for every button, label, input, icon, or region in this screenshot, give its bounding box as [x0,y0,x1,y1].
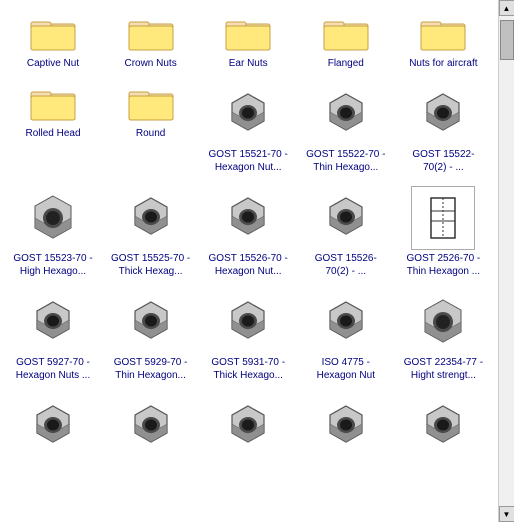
item-label: GOST 15521-70 - Hexagon Nut... [206,148,291,174]
nut-diagram-icon [411,186,475,250]
item-label: Ear Nuts [229,57,268,70]
scroll-down-button[interactable]: ▼ [499,506,514,522]
item-label: GOST 15522-70 - Thin Hexago... [303,148,388,174]
nut-icon [216,186,280,250]
nut-icon [21,394,85,458]
nut-icon [119,394,183,458]
grid-item[interactable] [203,390,293,464]
nut-icon [21,186,85,250]
grid-item[interactable]: Ear Nuts [203,8,293,74]
grid-item[interactable] [8,390,98,464]
grid-item[interactable]: Round [106,78,196,178]
grid-item[interactable]: GOST 15522-70(2) - ... [398,78,488,178]
item-label: ISO 4775 - Hexagon Nut [303,356,388,382]
nut-icon [314,82,378,146]
nut-icon [216,290,280,354]
item-label: Nuts for aircraft [409,57,477,70]
grid-item[interactable]: GOST 15526-70 - Hexagon Nut... [203,182,293,282]
nut-icon [314,394,378,458]
grid-item[interactable]: Crown Nuts [106,8,196,74]
item-label: Crown Nuts [124,57,176,70]
nut-icon [411,394,475,458]
item-label: GOST 22354-77 - Hight strengt... [401,356,486,382]
grid-item[interactable]: Rolled Head [8,78,98,178]
grid-item[interactable] [106,390,196,464]
item-label: GOST 15526-70 - Hexagon Nut... [206,252,291,278]
item-label: GOST 5927-70 - Hexagon Nuts ... [11,356,96,382]
grid-item[interactable]: GOST 22354-77 - Hight strengt... [398,286,488,386]
grid-item[interactable]: GOST 15525-70 - Thick Hexag... [106,182,196,282]
grid-item[interactable]: GOST 15522-70 - Thin Hexago... [301,78,391,178]
folder-icon [224,12,272,55]
grid-item[interactable] [301,390,391,464]
item-label: GOST 5931-70 - Thick Hexago... [206,356,291,382]
nut-icon [21,290,85,354]
scroll-thumb[interactable] [500,20,514,60]
grid-item[interactable]: GOST 5927-70 - Hexagon Nuts ... [8,286,98,386]
grid-item[interactable]: Nuts for aircraft [398,8,488,74]
nut-icon [216,82,280,146]
item-label: Round [136,127,165,140]
item-label: Captive Nut [27,57,79,70]
item-label: GOST 2526-70 - Thin Hexagon ... [401,252,486,278]
item-label: GOST 15526-70(2) - ... [303,252,388,278]
item-label: Rolled Head [25,127,80,140]
nut-icon [411,186,475,250]
grid-item[interactable]: ISO 4775 - Hexagon Nut [301,286,391,386]
folder-icon [127,82,175,125]
folder-icon [322,12,370,55]
grid-item[interactable]: GOST 2526-70 - Thin Hexagon ... [398,182,488,282]
item-label: GOST 15525-70 - Thick Hexag... [108,252,193,278]
folder-icon [29,82,77,125]
item-label: GOST 15522-70(2) - ... [401,148,486,174]
grid-item[interactable]: GOST 15521-70 - Hexagon Nut... [203,78,293,178]
scrollbar[interactable]: ▲ ▼ [498,0,514,522]
scroll-up-button[interactable]: ▲ [499,0,514,16]
file-browser[interactable]: Captive Nut Crown Nuts Ear Nuts Flanged … [0,0,498,522]
grid-item[interactable]: GOST 5929-70 - Thin Hexagon... [106,286,196,386]
folder-icon [29,12,77,55]
grid-item[interactable]: Captive Nut [8,8,98,74]
item-label: Flanged [328,57,364,70]
item-label: GOST 5929-70 - Thin Hexagon... [108,356,193,382]
grid-item[interactable]: Flanged [301,8,391,74]
nut-icon [216,394,280,458]
nut-icon [411,82,475,146]
folder-icon [127,12,175,55]
nut-icon [119,186,183,250]
nut-icon [314,290,378,354]
grid-item[interactable]: GOST 15526-70(2) - ... [301,182,391,282]
folder-icon [419,12,467,55]
nut-icon [411,290,475,354]
scroll-track[interactable] [499,16,514,506]
grid-item[interactable]: GOST 5931-70 - Thick Hexago... [203,286,293,386]
item-label: GOST 15523-70 - High Hexago... [11,252,96,278]
nut-icon [314,186,378,250]
nut-icon [119,290,183,354]
grid-item[interactable] [398,390,488,464]
item-grid: Captive Nut Crown Nuts Ear Nuts Flanged … [8,8,494,464]
grid-item[interactable]: GOST 15523-70 - High Hexago... [8,182,98,282]
